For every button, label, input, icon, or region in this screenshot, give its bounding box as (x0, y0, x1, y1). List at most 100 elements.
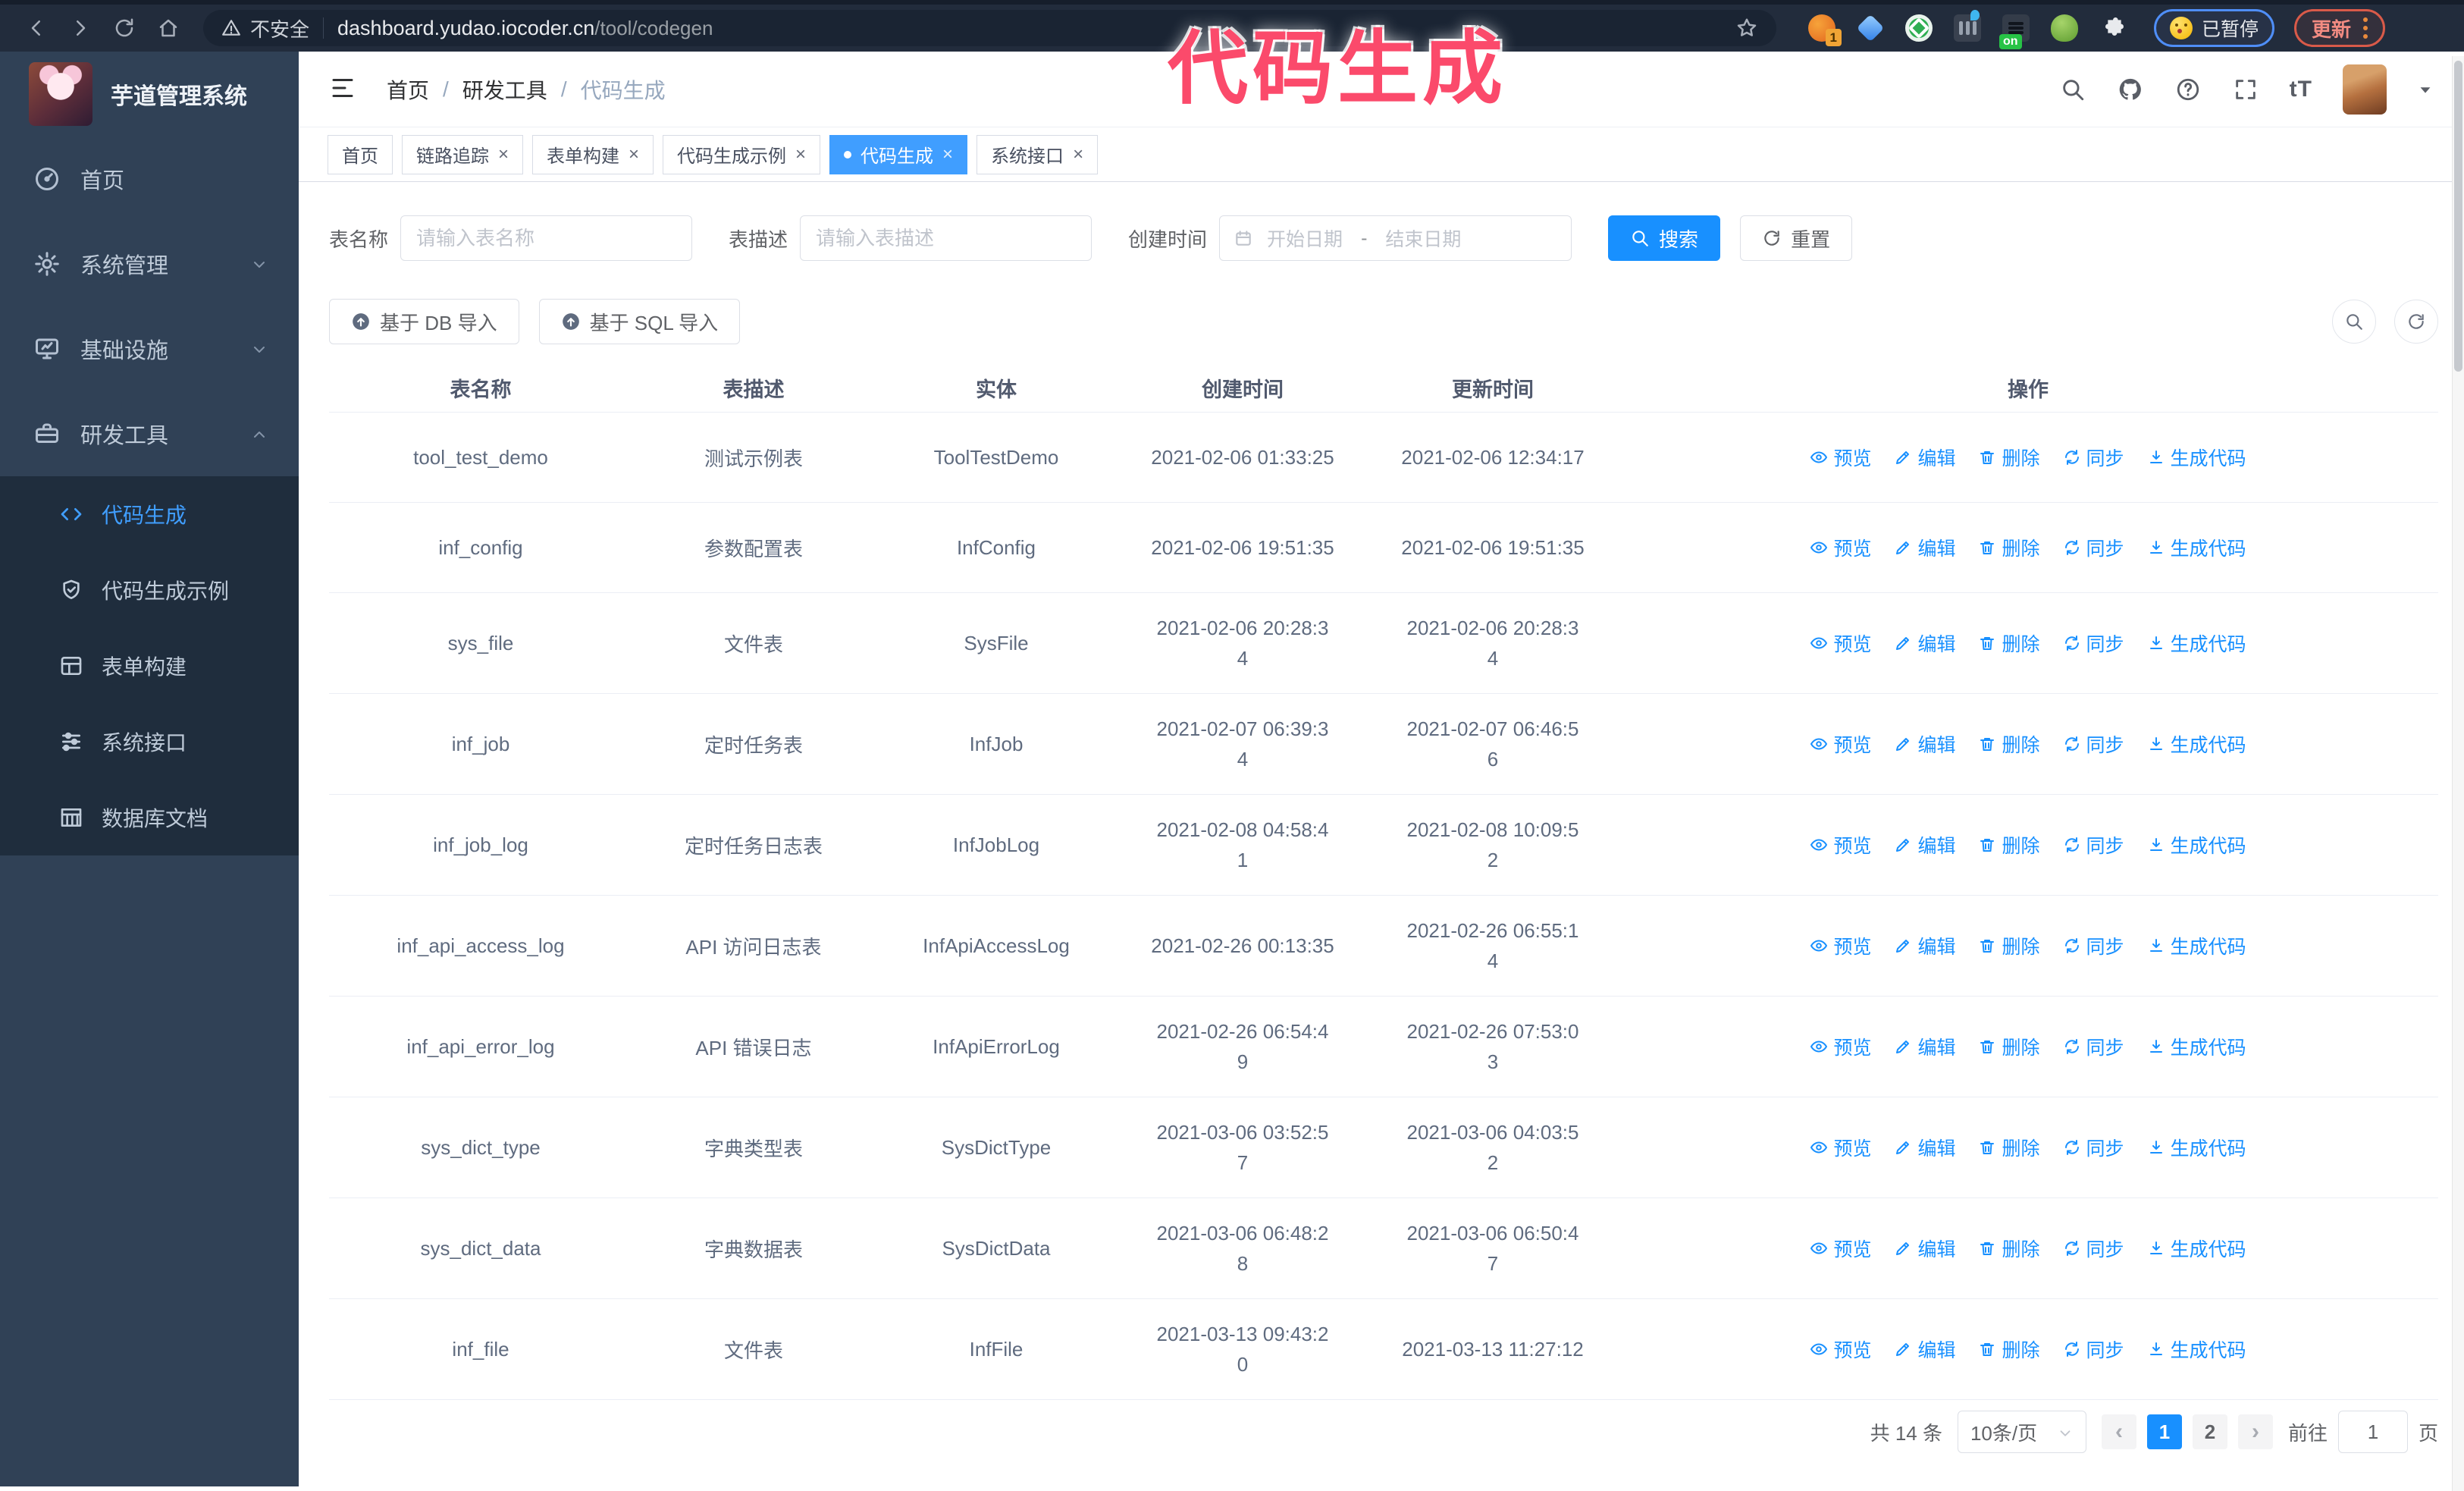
reload-icon[interactable] (108, 11, 141, 45)
tab-链路追踪[interactable]: 链路追踪 × (402, 134, 524, 174)
tab-表单构建[interactable]: 表单构建 × (532, 134, 654, 174)
op-生成代码-link[interactable]: 生成代码 (2147, 1336, 2246, 1363)
browser-menu-icon[interactable] (2363, 17, 2368, 39)
op-同步-link[interactable]: 同步 (2063, 730, 2124, 758)
op-删除-link[interactable]: 删除 (1978, 932, 2040, 959)
tab-代码生成示例[interactable]: 代码生成示例 × (663, 134, 821, 174)
tab-close-icon[interactable]: × (1073, 145, 1083, 164)
op-预览-link[interactable]: 预览 (1810, 730, 1871, 758)
op-生成代码-link[interactable]: 生成代码 (2147, 1235, 2246, 1262)
op-同步-link[interactable]: 同步 (2063, 1033, 2124, 1060)
import-db-button[interactable]: 基于 DB 导入 (329, 299, 519, 344)
sidebar-subitem-代码生成[interactable]: 代码生成 (0, 476, 299, 552)
tab-close-icon[interactable]: × (795, 145, 806, 164)
page-button-2[interactable]: 2 (2192, 1414, 2227, 1449)
github-icon[interactable] (2117, 76, 2144, 103)
sidebar-item-系统管理[interactable]: 系统管理 (0, 221, 299, 306)
next-page-button[interactable]: › (2237, 1414, 2273, 1449)
op-编辑-link[interactable]: 编辑 (1894, 932, 1955, 959)
op-预览-link[interactable]: 预览 (1810, 444, 1871, 471)
logo-row[interactable]: 芋道管理系统 (0, 52, 299, 137)
search-button[interactable]: 搜索 (1608, 215, 1721, 261)
op-编辑-link[interactable]: 编辑 (1894, 1033, 1955, 1060)
op-同步-link[interactable]: 同步 (2063, 1235, 2124, 1262)
op-预览-link[interactable]: 预览 (1810, 1235, 1871, 1262)
forward-icon[interactable] (64, 11, 97, 45)
op-编辑-link[interactable]: 编辑 (1894, 730, 1955, 758)
sidebar-subitem-代码生成示例[interactable]: 代码生成示例 (0, 552, 299, 628)
op-删除-link[interactable]: 删除 (1978, 534, 2040, 561)
bookmark-star-icon[interactable] (1735, 17, 1758, 39)
goto-input[interactable] (2337, 1411, 2408, 1453)
op-删除-link[interactable]: 删除 (1978, 831, 2040, 859)
op-生成代码-link[interactable]: 生成代码 (2147, 444, 2246, 471)
table-desc-input[interactable] (800, 215, 1092, 261)
op-删除-link[interactable]: 删除 (1978, 1134, 2040, 1161)
op-同步-link[interactable]: 同步 (2063, 831, 2124, 859)
op-编辑-link[interactable]: 编辑 (1894, 1235, 1955, 1262)
extension-proxy-icon[interactable]: on (1999, 14, 2030, 49)
tab-close-icon[interactable]: × (498, 145, 509, 164)
user-avatar[interactable] (2343, 64, 2387, 115)
op-生成代码-link[interactable]: 生成代码 (2147, 730, 2246, 758)
url-host[interactable]: dashboard.yudao.iocoder.cn (337, 17, 594, 40)
table-name-input[interactable] (400, 215, 693, 261)
help-icon[interactable] (2174, 76, 2202, 103)
op-同步-link[interactable]: 同步 (2063, 534, 2124, 561)
toggle-search-button[interactable] (2332, 300, 2376, 344)
sidebar-subitem-数据库文档[interactable]: 数据库文档 (0, 780, 299, 855)
window-scrollbar[interactable] (2452, 56, 2464, 1491)
op-编辑-link[interactable]: 编辑 (1894, 534, 1955, 561)
op-同步-link[interactable]: 同步 (2063, 1336, 2124, 1363)
url-path[interactable]: /tool/codegen (594, 17, 713, 40)
reset-button[interactable]: 重置 (1740, 215, 1853, 261)
op-编辑-link[interactable]: 编辑 (1894, 629, 1955, 657)
op-同步-link[interactable]: 同步 (2063, 1134, 2124, 1161)
extension-gem-icon[interactable] (1856, 14, 1885, 42)
hamburger-icon[interactable] (329, 74, 359, 105)
chevron-down-icon[interactable] (250, 255, 268, 273)
page-size-select[interactable]: 10条/页 (1957, 1411, 2086, 1453)
extension-frog-icon[interactable] (2051, 14, 2078, 42)
op-编辑-link[interactable]: 编辑 (1894, 1134, 1955, 1161)
search-icon[interactable] (2059, 76, 2086, 103)
op-删除-link[interactable]: 删除 (1978, 730, 2040, 758)
extension-orange-icon[interactable]: 1 (1808, 14, 1842, 46)
op-生成代码-link[interactable]: 生成代码 (2147, 932, 2246, 959)
prev-page-button[interactable]: ‹ (2101, 1414, 2136, 1449)
tab-首页[interactable]: 首页 (328, 134, 393, 174)
sidebar-item-基础设施[interactable]: 基础设施 (0, 306, 299, 391)
op-编辑-link[interactable]: 编辑 (1894, 444, 1955, 471)
scrollbar-thumb[interactable] (2454, 61, 2462, 372)
home-icon[interactable] (152, 11, 185, 45)
op-同步-link[interactable]: 同步 (2063, 629, 2124, 657)
chevron-down-icon[interactable] (250, 340, 268, 358)
op-生成代码-link[interactable]: 生成代码 (2147, 1033, 2246, 1060)
op-预览-link[interactable]: 预览 (1810, 932, 1871, 959)
op-删除-link[interactable]: 删除 (1978, 1235, 2040, 1262)
op-编辑-link[interactable]: 编辑 (1894, 1336, 1955, 1363)
op-预览-link[interactable]: 预览 (1810, 534, 1871, 561)
breadcrumb-item[interactable]: 研发工具 (462, 74, 547, 105)
chevron-up-icon[interactable] (250, 425, 268, 443)
op-预览-link[interactable]: 预览 (1810, 629, 1871, 657)
import-sql-button[interactable]: 基于 SQL 导入 (538, 299, 741, 344)
sidebar-item-研发工具[interactable]: 研发工具 (0, 391, 299, 476)
op-预览-link[interactable]: 预览 (1810, 1336, 1871, 1363)
op-生成代码-link[interactable]: 生成代码 (2147, 629, 2246, 657)
avatar-caret-icon[interactable] (2417, 81, 2434, 98)
op-删除-link[interactable]: 删除 (1978, 1033, 2040, 1060)
breadcrumb-item[interactable]: 代码生成 (581, 74, 666, 105)
op-同步-link[interactable]: 同步 (2063, 932, 2124, 959)
op-同步-link[interactable]: 同步 (2063, 444, 2124, 471)
browser-update-button[interactable]: 更新 (2294, 9, 2386, 47)
refresh-table-button[interactable] (2394, 300, 2438, 344)
breadcrumb-item[interactable]: 首页 (387, 74, 429, 105)
extensions-puzzle-icon[interactable] (2099, 14, 2127, 42)
op-生成代码-link[interactable]: 生成代码 (2147, 534, 2246, 561)
op-预览-link[interactable]: 预览 (1810, 1033, 1871, 1060)
profile-paused-badge[interactable]: 已暂停 (2154, 9, 2275, 47)
sidebar-subitem-表单构建[interactable]: 表单构建 (0, 628, 299, 704)
tab-close-icon[interactable]: × (942, 145, 953, 164)
address-bar[interactable]: 不安全 dashboard.yudao.iocoder.cn /tool/cod… (203, 10, 1776, 46)
